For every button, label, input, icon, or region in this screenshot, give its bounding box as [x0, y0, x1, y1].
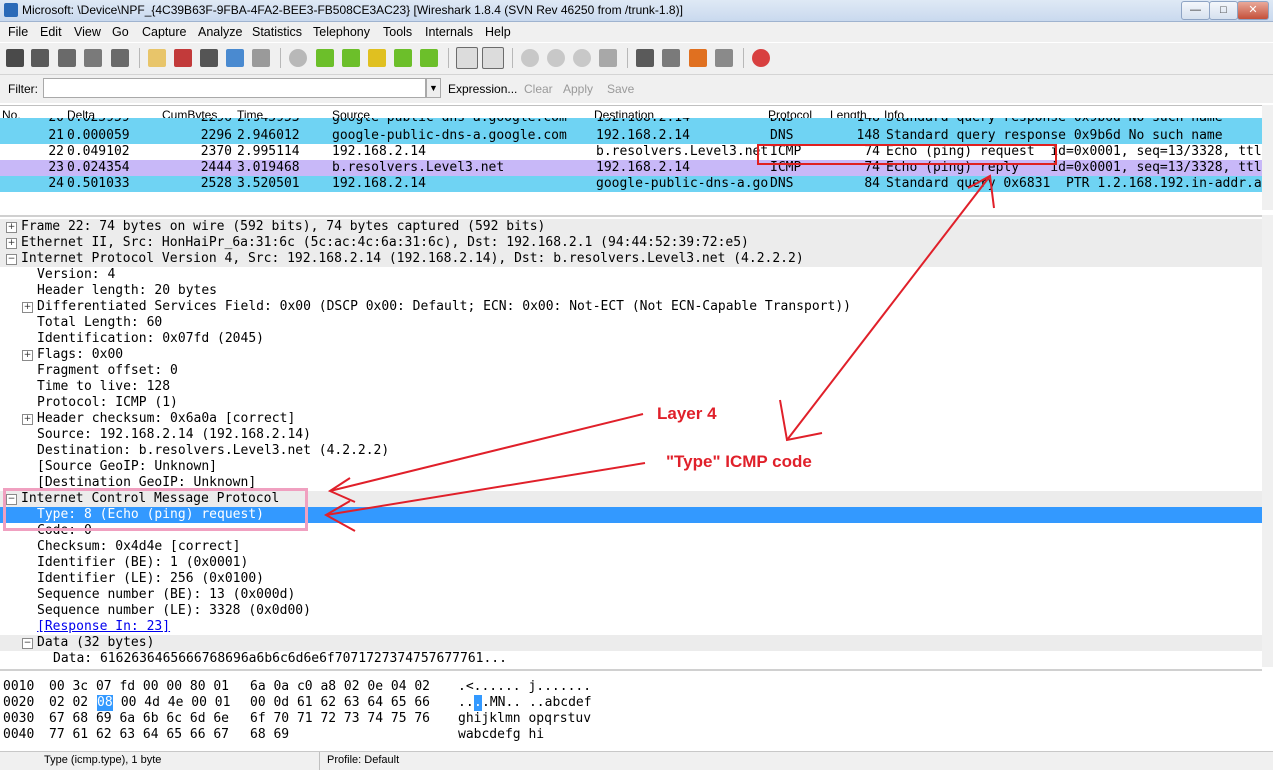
arrow-layer4	[329, 413, 644, 492]
arrow-request-head	[967, 174, 995, 209]
arrow-request-tail	[779, 399, 823, 442]
arrow-type-head	[323, 500, 356, 532]
annotation-arrows	[323, 174, 995, 532]
arrow-to-request	[786, 175, 991, 441]
arrow-type	[325, 462, 646, 516]
